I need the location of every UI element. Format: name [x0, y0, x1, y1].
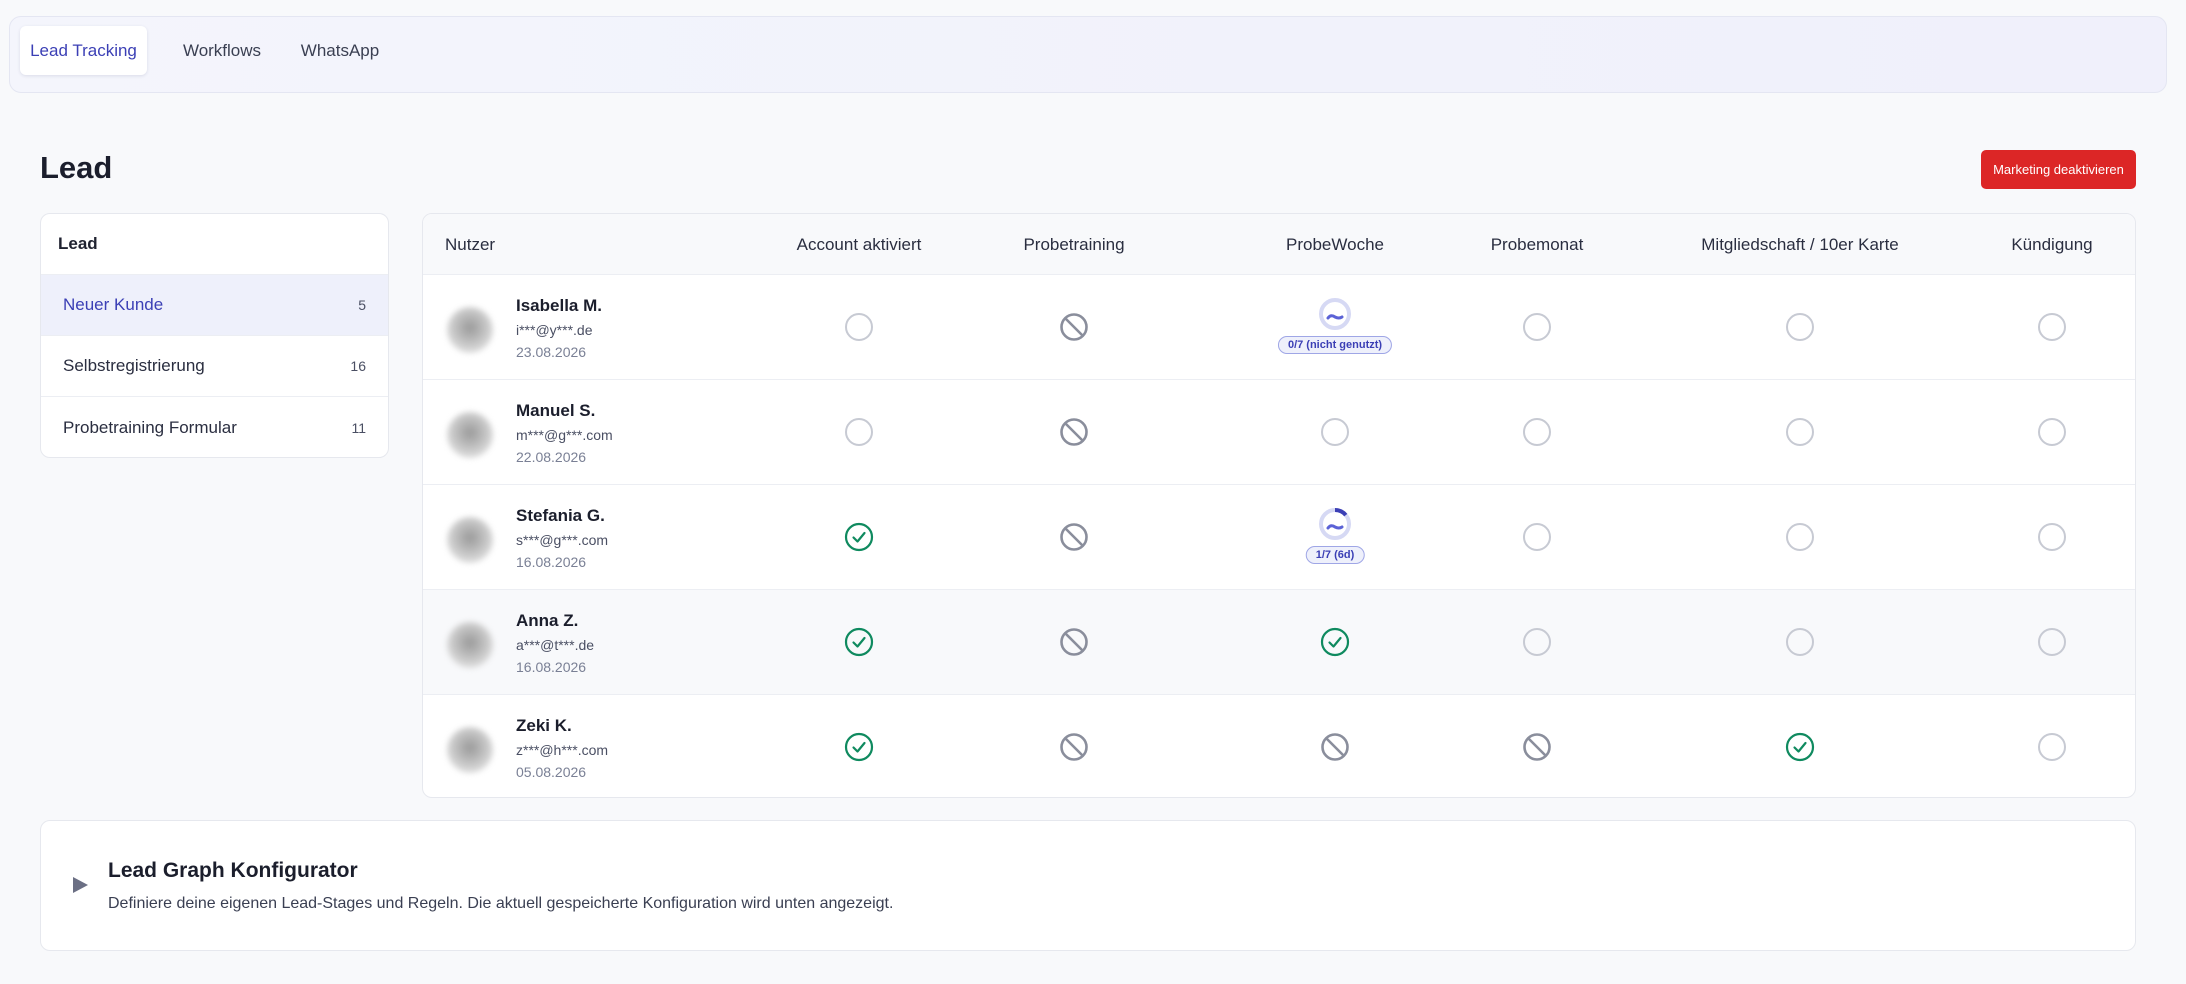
- user-date: 16.08.2026: [516, 659, 587, 675]
- user-email: i***@y***.de: [516, 322, 593, 338]
- tab-whatsapp[interactable]: WhatsApp: [290, 26, 390, 75]
- empty-circle-icon[interactable]: [2037, 627, 2067, 657]
- sidebar-item-count: 11: [351, 419, 366, 436]
- user-name: Anna Z.: [516, 611, 579, 630]
- empty-circle-icon[interactable]: [1522, 627, 1552, 657]
- empty-circle-icon[interactable]: [2037, 522, 2067, 552]
- user-email: m***@g***.com: [516, 427, 613, 443]
- table-row[interactable]: Anna Z. a***@t***.de 16.08.2026: [423, 590, 2135, 695]
- empty-circle-icon[interactable]: [2037, 312, 2067, 342]
- marketing-deactivate-button[interactable]: Marketing deaktivieren: [1981, 150, 2136, 189]
- blocked-icon[interactable]: [1059, 522, 1089, 552]
- empty-circle-icon[interactable]: [1522, 312, 1552, 342]
- empty-circle-icon[interactable]: [1785, 522, 1815, 552]
- table-header: Nutzer Account aktiviert Probetraining P…: [423, 214, 2135, 275]
- expand-triangle-icon[interactable]: [73, 877, 88, 893]
- avatar: [447, 517, 493, 563]
- empty-circle-icon[interactable]: [1785, 627, 1815, 657]
- blocked-icon[interactable]: [1320, 732, 1350, 762]
- sidebar-item-selbstregistrierung[interactable]: Selbstregistrierung 16: [41, 336, 388, 397]
- empty-circle-icon[interactable]: [1785, 312, 1815, 342]
- avatar: [447, 622, 493, 668]
- table-row[interactable]: Manuel S. m***@g***.com 22.08.2026: [423, 380, 2135, 485]
- check-circle-icon[interactable]: [844, 522, 874, 552]
- sidebar-item-count: 16: [350, 358, 366, 374]
- user-date: 22.08.2026: [516, 449, 587, 465]
- empty-circle-icon[interactable]: [844, 312, 874, 342]
- user-name: Isabella M.: [516, 296, 602, 315]
- empty-circle-icon[interactable]: [844, 417, 874, 447]
- user-name: Stefania G.: [516, 506, 605, 525]
- tab-lead-tracking[interactable]: Lead Tracking: [20, 26, 147, 75]
- empty-circle-icon[interactable]: [1522, 417, 1552, 447]
- sidebar-item-label: Probetraining Formular: [63, 417, 237, 437]
- progress-ring-icon: [1318, 297, 1352, 331]
- check-circle-icon[interactable]: [1320, 627, 1350, 657]
- configurator-description: Definiere deine eigenen Lead-Stages und …: [108, 895, 894, 912]
- sidebar-item-count: 5: [358, 297, 366, 313]
- progress-ring-icon: [1318, 507, 1352, 541]
- empty-circle-icon[interactable]: [2037, 417, 2067, 447]
- blocked-icon[interactable]: [1522, 732, 1552, 762]
- blocked-icon[interactable]: [1059, 417, 1089, 447]
- lead-graph-configurator: Lead Graph Konfigurator Definiere deine …: [40, 820, 2136, 951]
- user-date: 23.08.2026: [516, 344, 587, 360]
- lead-stage-sidebar: Lead Neuer Kunde 5 Selbstregistrierung 1…: [40, 213, 389, 458]
- column-header-nutzer: Nutzer: [445, 234, 496, 254]
- tab-workflows[interactable]: Workflows: [170, 26, 274, 75]
- sidebar-title: Lead: [41, 214, 388, 275]
- user-date: 05.08.2026: [516, 764, 587, 780]
- progress-badge: 0/7 (nicht genutzt): [1277, 336, 1393, 354]
- avatar: [447, 727, 493, 773]
- check-circle-icon[interactable]: [844, 627, 874, 657]
- empty-circle-icon[interactable]: [1320, 417, 1350, 447]
- sidebar-item-probetraining-formular[interactable]: Probetraining Formular 11: [41, 397, 388, 457]
- sidebar-item-label: Selbstregistrierung: [63, 356, 205, 375]
- check-circle-icon[interactable]: [844, 732, 874, 762]
- empty-circle-icon[interactable]: [1785, 417, 1815, 447]
- user-email: z***@h***.com: [516, 742, 609, 758]
- page-title: Lead: [40, 150, 113, 185]
- sidebar-item-label: Neuer Kunde: [63, 295, 164, 314]
- blocked-icon[interactable]: [1059, 312, 1089, 342]
- check-circle-icon[interactable]: [1785, 732, 1815, 762]
- avatar: [447, 307, 493, 353]
- user-email: a***@t***.de: [516, 637, 595, 653]
- lead-table: Nutzer Account aktiviert Probetraining P…: [422, 213, 2136, 798]
- top-tab-bar: Lead Tracking Workflows WhatsApp: [9, 16, 2167, 93]
- user-name: Zeki K.: [516, 716, 572, 735]
- user-date: 16.08.2026: [516, 554, 587, 570]
- table-row[interactable]: Isabella M. i***@y***.de 23.08.2026 0/7 …: [423, 275, 2135, 380]
- blocked-icon[interactable]: [1059, 732, 1089, 762]
- configurator-title[interactable]: Lead Graph Konfigurator: [108, 859, 358, 883]
- empty-circle-icon[interactable]: [2037, 732, 2067, 762]
- table-row[interactable]: Zeki K. z***@h***.com 05.08.2026: [423, 695, 2135, 797]
- user-name: Manuel S.: [516, 401, 596, 420]
- avatar: [447, 412, 493, 458]
- progress-badge: 1/7 (6d): [1305, 546, 1365, 564]
- table-row[interactable]: Stefania G. s***@g***.com 16.08.2026 1/7…: [423, 485, 2135, 590]
- blocked-icon[interactable]: [1059, 627, 1089, 657]
- empty-circle-icon[interactable]: [1522, 522, 1552, 552]
- user-email: s***@g***.com: [516, 532, 609, 548]
- sidebar-item-neuer-kunde[interactable]: Neuer Kunde 5: [41, 275, 388, 336]
